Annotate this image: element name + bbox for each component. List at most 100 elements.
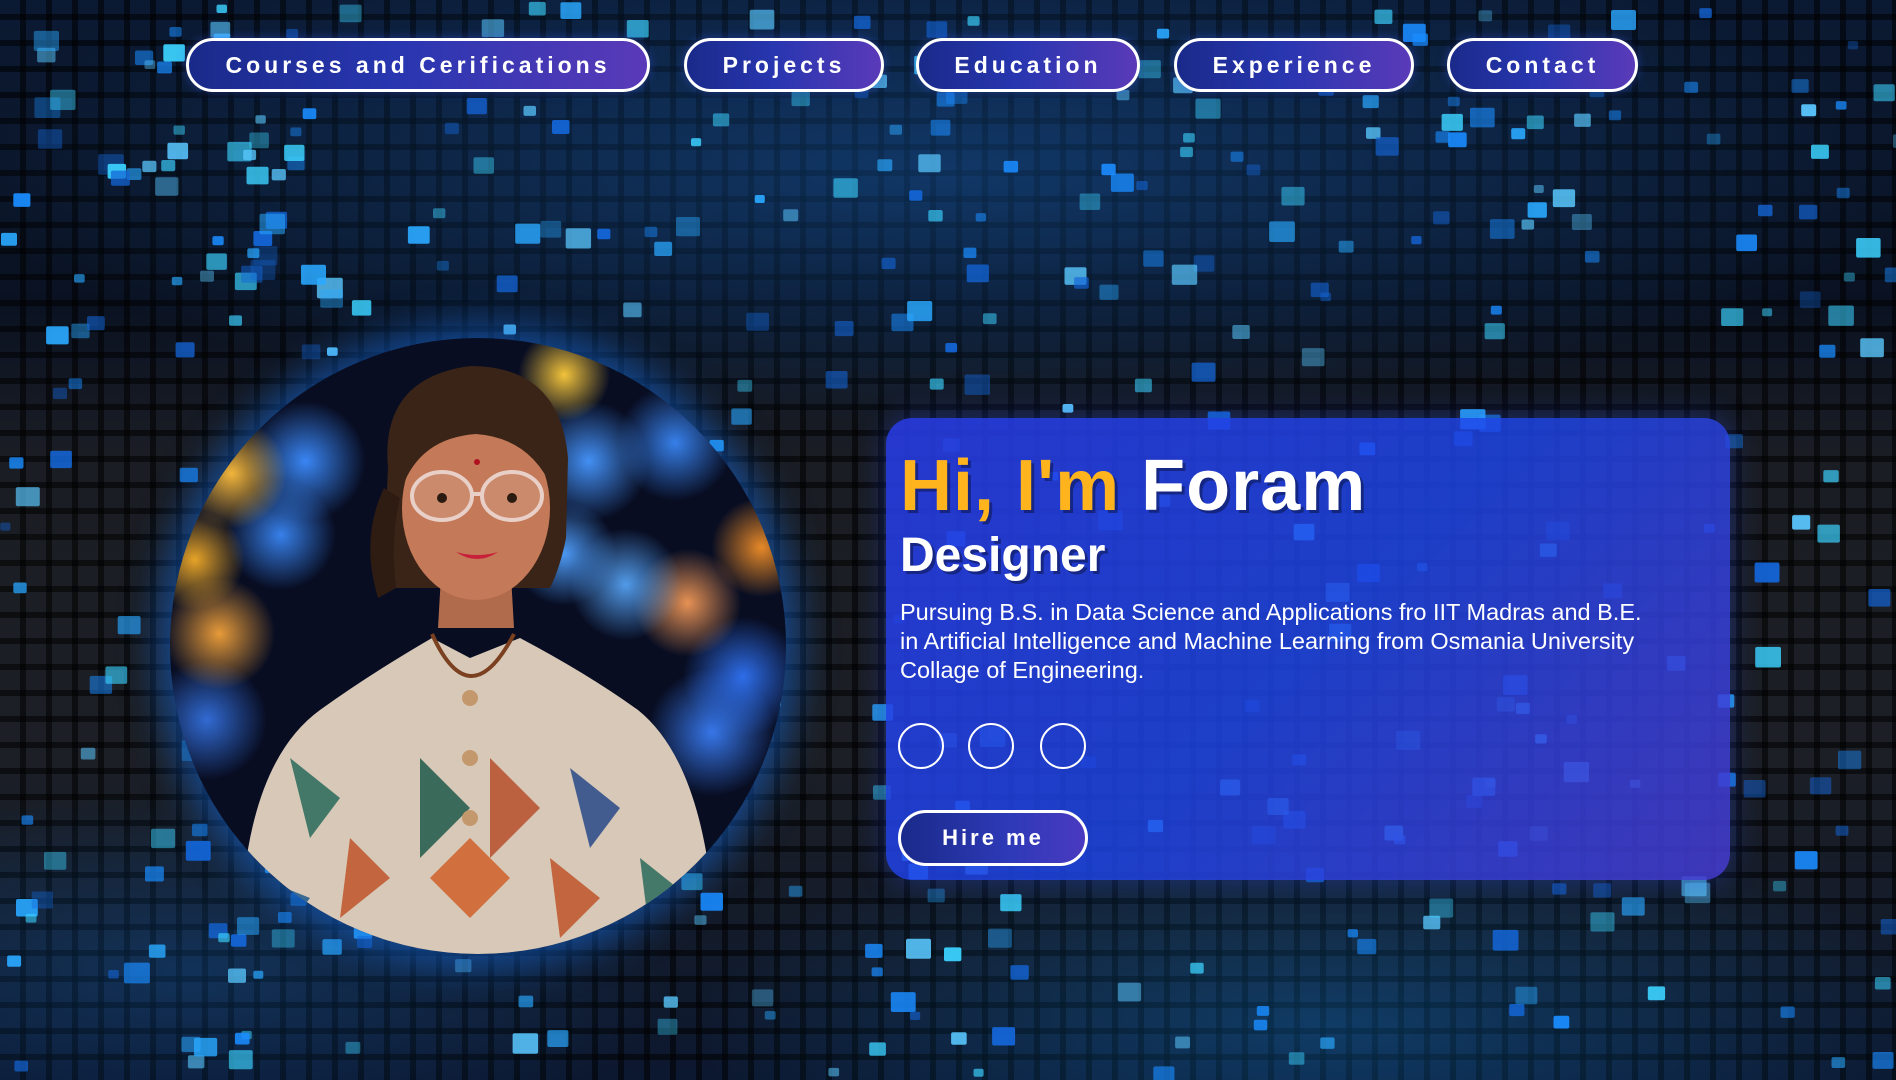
main-navigation: Courses and Cerifications Projects Educa… [186, 38, 1638, 96]
nav-projects-button[interactable]: Projects [684, 38, 884, 92]
grid-glow-cell [1423, 915, 1441, 930]
grid-glow-cell [46, 326, 69, 345]
grid-glow-cell [1527, 202, 1547, 218]
grid-glow-cell [234, 272, 257, 291]
grid-glow-cell [144, 60, 156, 69]
grid-glow-cell [945, 343, 958, 353]
grid-glow-cell [907, 301, 933, 322]
grid-glow-cell [1357, 938, 1377, 955]
grid-glow-cell [1110, 173, 1134, 192]
hire-me-button[interactable]: Hire me [898, 810, 1088, 866]
grid-glow-cell [1838, 750, 1862, 770]
grid-glow-cell [1269, 221, 1295, 242]
grid-glow-cell [828, 1067, 840, 1077]
grid-glow-cell [1721, 308, 1744, 326]
grid-glow-cell [528, 1, 546, 16]
grid-glow-cell [1183, 133, 1195, 143]
grid-glow-cell [1000, 894, 1022, 912]
grid-glow-cell [1435, 131, 1450, 143]
grid-glow-cell [496, 275, 518, 293]
grid-glow-cell [676, 217, 700, 237]
grid-glow-cell [433, 208, 446, 219]
grid-glow-cell [1706, 133, 1721, 145]
grid-glow-cell [351, 300, 372, 316]
grid-glow-cell [1180, 146, 1193, 158]
grid-glow-cell [825, 371, 848, 389]
grid-glow-cell [249, 132, 269, 149]
grid-glow-cell [142, 160, 157, 173]
grid-glow-cell [1621, 897, 1645, 916]
grid-glow-cell [436, 260, 449, 271]
grid-glow-cell [229, 315, 242, 326]
grid-glow-cell [339, 4, 362, 23]
grid-glow-cell [1574, 113, 1591, 127]
grid-glow-cell [194, 1037, 218, 1057]
grid-glow-cell [1310, 282, 1329, 298]
grid-glow-cell [853, 15, 871, 29]
grid-glow-cell [877, 159, 893, 172]
grid-glow-cell [964, 374, 990, 395]
grid-glow-cell [68, 378, 83, 390]
grid-glow-cell [455, 959, 472, 973]
grid-glow-cell [518, 995, 534, 1008]
nav-courses-button[interactable]: Courses and Cerifications [186, 38, 650, 92]
grid-glow-cell [657, 1018, 678, 1035]
nav-education-button[interactable]: Education [916, 38, 1140, 92]
grid-glow-cell [944, 947, 962, 962]
grid-glow-cell [783, 209, 799, 222]
grid-glow-cell [228, 1050, 253, 1070]
grid-glow-cell [1470, 107, 1495, 128]
grid-glow-cell [407, 226, 430, 244]
social-link-3-icon[interactable] [1040, 723, 1086, 769]
grid-glow-cell [1754, 562, 1780, 583]
grid-glow-cell [1117, 982, 1142, 1002]
grid-glow-cell [865, 943, 883, 958]
social-link-2-icon[interactable] [968, 723, 1014, 769]
grid-glow-cell [834, 321, 854, 337]
grid-glow-cell [1441, 113, 1463, 131]
grid-glow-cell [1811, 144, 1829, 159]
grid-glow-cell [928, 210, 943, 222]
grid-glow-cell [623, 302, 642, 318]
grid-glow-cell [1489, 219, 1515, 239]
grid-glow-cell [173, 125, 185, 135]
nav-experience-button[interactable]: Experience [1174, 38, 1414, 92]
grid-glow-cell [889, 124, 902, 135]
grid-glow-cell [654, 241, 673, 256]
grid-glow-cell [320, 289, 343, 308]
grid-glow-cell [227, 141, 252, 162]
grid-glow-cell [108, 970, 119, 979]
grid-glow-cell [1874, 977, 1891, 990]
grid-glow-cell [1611, 10, 1636, 30]
grid-glow-cell [1190, 962, 1204, 974]
grid-glow-cell [1823, 470, 1839, 483]
grid-glow-cell [906, 938, 931, 959]
nav-contact-button[interactable]: Contact [1447, 38, 1638, 92]
grid-glow-cell [1232, 325, 1250, 339]
grid-glow-cell [890, 992, 916, 1012]
grid-glow-cell [148, 944, 166, 958]
grid-glow-cell [80, 747, 96, 760]
grid-glow-cell [909, 190, 923, 201]
grid-glow-cell [50, 89, 76, 110]
grid-glow-cell [1375, 137, 1399, 156]
grid-glow-cell [515, 223, 541, 244]
social-link-1-icon[interactable] [898, 723, 944, 769]
grid-glow-cell [691, 138, 702, 147]
grid-glow-cell [345, 1041, 361, 1054]
grid-glow-cell [253, 246, 278, 266]
grid-glow-cell [869, 1042, 886, 1056]
grid-glow-cell [988, 928, 1012, 948]
grid-glow-cell [52, 387, 67, 400]
grid-glow-cell [929, 378, 944, 390]
intro-card: Hi, I'm Foram Designer Pursuing B.S. in … [886, 418, 1730, 880]
grid-glow-cell [105, 666, 128, 684]
grid-glow-cell [1490, 305, 1502, 315]
grid-glow-cell [135, 50, 154, 65]
grid-glow-cell [1515, 986, 1538, 1005]
grid-glow-cell [1584, 250, 1600, 263]
hero-role: Designer [900, 529, 1106, 582]
grid-glow-cell [1256, 1006, 1270, 1016]
grid-glow-cell [255, 115, 266, 124]
grid-glow-cell [1281, 186, 1305, 206]
